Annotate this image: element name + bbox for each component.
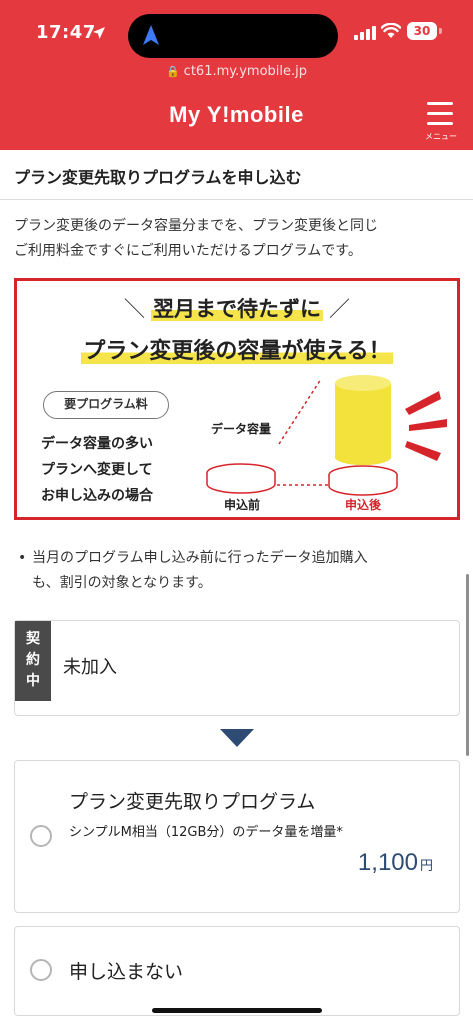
navigation-arrow-icon [143, 25, 159, 45]
banner-headline-1: ＼ 翌月まで待たずに／ [124, 297, 350, 321]
page-title: プラン変更先取りプログラムを申し込む [0, 150, 473, 200]
battery-tip [439, 28, 442, 34]
url-text: ct61.my.ymobile.jp [183, 64, 308, 79]
promo-banner: ＼ 翌月まで待たずに／ プラン変更後の容量が使える！ 要プログラム料 データ容量の… [14, 278, 460, 520]
radio-program[interactable] [30, 825, 52, 847]
intro-text: プラン変更後のデータ容量分までを、プラン変更後と同じ ご利用料金ですぐにご利用い… [14, 214, 462, 264]
lock-icon: 🔒 [165, 65, 180, 78]
option-program-price: 1,100 円 [357, 849, 433, 876]
wifi-icon [381, 23, 401, 38]
battery-icon: 30 [407, 22, 437, 40]
data-capacity-label: データ容量 [211, 421, 271, 436]
before-label: 申込前 [224, 497, 260, 512]
home-indicator [152, 1008, 322, 1013]
location-arrow-icon [93, 27, 105, 39]
fee-required-tag: 要プログラム料 [43, 391, 169, 419]
menu-label: メニュー [425, 132, 457, 141]
hamburger-icon [427, 102, 453, 105]
dynamic-island [128, 14, 338, 58]
current-plan-box: 契 約 中 未加入 [14, 620, 460, 716]
address-bar[interactable]: 🔒 ct61.my.ymobile.jp [0, 64, 473, 79]
current-plan-value: 未加入 [63, 657, 117, 678]
bullet-dot: • [18, 550, 27, 566]
discount-notice: • 当月のプログラム申し込み前に行ったデータ追加購入 も、割引の対象となります。 [18, 546, 458, 596]
down-arrow-icon [220, 729, 254, 747]
option-decline-title: 申し込まない [69, 961, 184, 983]
brand-logo[interactable]: My Y!mobile [0, 102, 473, 128]
banner-headline-2: プラン変更後の容量が使える！ [81, 339, 393, 364]
intro-line-1: プラン変更後のデータ容量分までを、プラン変更後と同じ [14, 218, 378, 234]
cellular-signal-icon [354, 26, 376, 40]
banner-note: データ容量の多い プランへ変更して お申し込みの場合 [41, 436, 153, 504]
menu-button[interactable]: メニュー [420, 100, 462, 144]
capacity-illustration: データ容量 申込前 申込後 [206, 375, 447, 512]
intro-line-2: ご利用料金ですぐにご利用いただけるプログラムです。 [14, 243, 362, 259]
radio-decline[interactable] [30, 959, 52, 981]
status-bar: 17:47 30 [0, 0, 473, 64]
option-program-description: シンプルM相当（12GB分）のデータ量を増量* [69, 825, 343, 840]
status-time: 17:47 [36, 22, 96, 43]
after-label: 申込後 [345, 497, 382, 512]
app-header: 17:47 30 🔒 ct61.my.ymobile.jp My Y!mobile [0, 0, 473, 150]
option-decline[interactable]: 申し込まない [14, 926, 460, 1016]
option-program[interactable]: プラン変更先取りプログラム シンプルM相当（12GB分）のデータ量を増量* 1,… [14, 760, 460, 913]
contract-status-tag: 契 約 中 [15, 621, 51, 701]
page-scrollbar[interactable] [466, 574, 469, 756]
option-program-title: プラン変更先取りプログラム [69, 791, 316, 813]
